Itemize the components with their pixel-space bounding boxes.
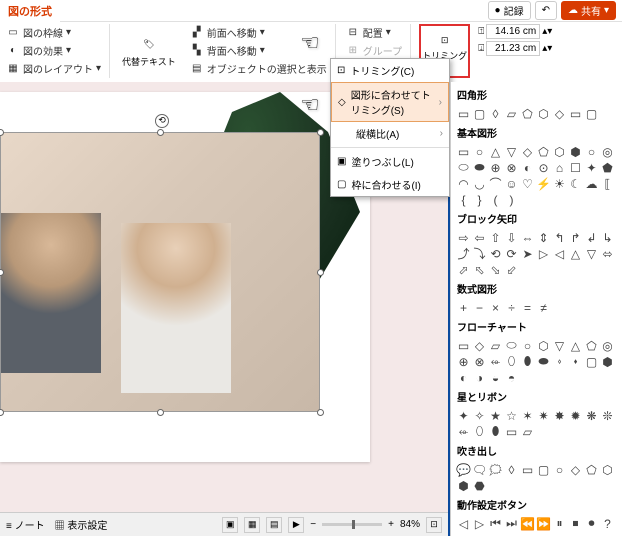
border-icon: ▭ [6, 26, 20, 40]
hand-cursor-1: ☜ [300, 30, 320, 56]
zoom-label[interactable]: 84% [400, 519, 420, 530]
view-sorter[interactable]: ▦ [244, 517, 260, 533]
record-button[interactable]: ● 記録 [488, 1, 531, 20]
backward-icon: ▚ [190, 44, 204, 58]
align[interactable]: ⊟配置 ▾ [344, 24, 404, 41]
menu-fit[interactable]: ▢枠に合わせる(I) [331, 173, 449, 196]
width-icon: ⍗ [478, 43, 484, 54]
view-normal[interactable]: ▣ [222, 517, 238, 533]
handle-br[interactable] [317, 409, 324, 416]
share-button[interactable]: ☁ 共有 ▾ [561, 1, 616, 20]
undo-button[interactable]: ↶ [535, 1, 557, 20]
group-icon: ⊞ [346, 44, 360, 58]
sec-basic: 基本図形 [455, 122, 618, 143]
pic-layout[interactable]: ▦図のレイアウト ▾ [4, 60, 103, 77]
sec-callout: 吹き出し [455, 440, 618, 461]
display-button[interactable]: ▦ 表示設定 [55, 517, 108, 532]
height-icon: ⍐ [478, 26, 484, 37]
menu-aspect[interactable]: 縦横比(A)› [331, 122, 449, 145]
crop-menu: ⊡トリミング(C) ◇図形に合わせてトリミング(S)› 縦横比(A)› ▣塗りつ… [330, 58, 450, 197]
crop-icon: ⊡ [436, 31, 454, 49]
sec-stars: 星とリボン [455, 386, 618, 407]
handle-tr[interactable] [317, 129, 324, 136]
shape-panel: 四角形 ▭▢◊▱⬠⬡◇▭▢ 基本図形 ▭○△▽◇⬠⬡⬢○◎ ⬭⬬⊕⊗◐⊙⌂☐✦⬟… [450, 82, 622, 536]
align-icon: ⊟ [346, 26, 360, 40]
pic-effect[interactable]: ◐図の効果 ▾ [4, 42, 103, 59]
hand-cursor-2: ☜ [300, 92, 320, 118]
menu-fill[interactable]: ▣塗りつぶし(L) [331, 150, 449, 173]
view-reading[interactable]: ▤ [266, 517, 282, 533]
sec-arrows: ブロック矢印 [455, 208, 618, 229]
select-icon: ▤ [190, 62, 204, 76]
notes-button[interactable]: ≡ ノート [6, 517, 45, 532]
zoom-slider[interactable] [322, 523, 382, 526]
handle-mr[interactable] [317, 269, 324, 276]
view-slideshow[interactable]: ▶ [288, 517, 304, 533]
sec-math: 数式図形 [455, 278, 618, 299]
effect-icon: ◐ [6, 44, 20, 58]
sec-rect: 四角形 [455, 84, 618, 105]
alt-text[interactable]: 🏷 代替テキスト [118, 24, 180, 78]
width-input[interactable] [486, 41, 540, 56]
layout-icon: ▦ [6, 62, 20, 76]
group[interactable]: ⊞グループ [344, 42, 404, 59]
forward-icon: ▞ [190, 26, 204, 40]
selected-picture[interactable] [0, 132, 320, 412]
pic-border[interactable]: ▭図の枠線 ▾ [4, 24, 103, 41]
sec-action: 動作設定ボタン [455, 494, 618, 515]
alt-icon: 🏷 [139, 35, 159, 55]
handle-bm[interactable] [157, 409, 164, 416]
shape-crop-icon: ◇ [338, 97, 346, 108]
fill-icon: ▣ [337, 156, 346, 167]
sh-rect[interactable]: ▭ [456, 106, 471, 121]
fit-button[interactable]: ⊡ [426, 517, 442, 533]
handle-tm[interactable] [157, 129, 164, 136]
menu-shape-trim[interactable]: ◇図形に合わせてトリミング(S)› [331, 82, 449, 122]
selection-pane[interactable]: ▤オブジェクトの選択と表示 [188, 60, 329, 77]
status-bar: ≡ ノート ▦ 表示設定 ▣ ▦ ▤ ▶ − + 84% ⊡ [0, 512, 448, 536]
slide[interactable]: ⟲ [0, 92, 370, 462]
rotate-handle[interactable]: ⟲ [155, 114, 169, 128]
crop-icon: ⊡ [337, 65, 345, 76]
handle-bl[interactable] [0, 409, 4, 416]
menu-trim[interactable]: ⊡トリミング(C) [331, 59, 449, 82]
height-input[interactable] [486, 24, 540, 39]
fit-icon: ▢ [337, 179, 346, 190]
tab-title[interactable]: 図の形式 [0, 0, 60, 23]
sec-flow: フローチャート [455, 316, 618, 337]
